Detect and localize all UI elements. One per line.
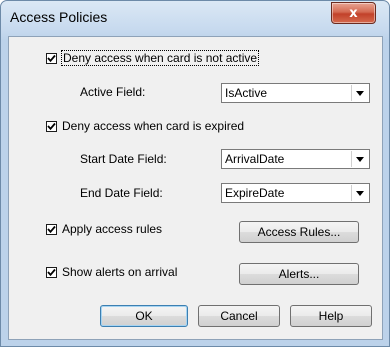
deny-expired-label: Deny access when card is expired [62,119,245,133]
alerts-button[interactable]: Alerts... [239,263,359,285]
check-icon [47,54,56,62]
checkbox-box[interactable] [46,52,57,64]
close-button[interactable]: x [331,2,376,24]
access-rules-button[interactable]: Access Rules... [239,221,359,243]
checkbox-box[interactable] [46,266,57,278]
deny-inactive-checkbox[interactable]: Deny access when card is not active [46,50,260,66]
start-date-value: ArrivalDate [225,152,285,166]
apply-rules-label: Apply access rules [62,222,163,236]
help-button[interactable]: Help [290,305,372,327]
checkbox-box[interactable] [46,120,57,132]
dialog-window: Access Policies x Deny access when card … [0,0,390,347]
chevron-down-icon[interactable] [351,151,368,167]
show-alerts-label: Show alerts on arrival [62,265,178,279]
cancel-button[interactable]: Cancel [198,305,280,327]
title-bar: Access Policies x [1,1,389,36]
check-icon [47,268,56,276]
active-field-select[interactable]: IsActive [221,83,370,103]
apply-rules-checkbox[interactable]: Apply access rules [46,222,162,236]
chevron-down-icon[interactable] [351,185,368,201]
start-date-label: Start Date Field: [80,152,167,166]
active-field-label: Active Field: [80,85,146,99]
checkbox-box[interactable] [46,223,57,235]
show-alerts-checkbox[interactable]: Show alerts on arrival [46,265,177,279]
active-field-value: IsActive [225,86,268,100]
deny-inactive-label: Deny access when card is not active [60,50,260,66]
close-icon: x [349,5,358,21]
end-date-label: End Date Field: [80,186,163,200]
window-title: Access Policies [10,9,108,25]
deny-expired-checkbox[interactable]: Deny access when card is expired [46,119,244,133]
dialog-body: Deny access when card is not active Acti… [8,36,383,340]
end-date-value: ExpireDate [225,186,285,200]
end-date-select[interactable]: ExpireDate [221,183,370,203]
check-icon [47,122,56,130]
check-icon [47,225,56,233]
ok-button[interactable]: OK [100,305,188,327]
chevron-down-icon[interactable] [351,85,368,101]
start-date-select[interactable]: ArrivalDate [221,149,370,169]
